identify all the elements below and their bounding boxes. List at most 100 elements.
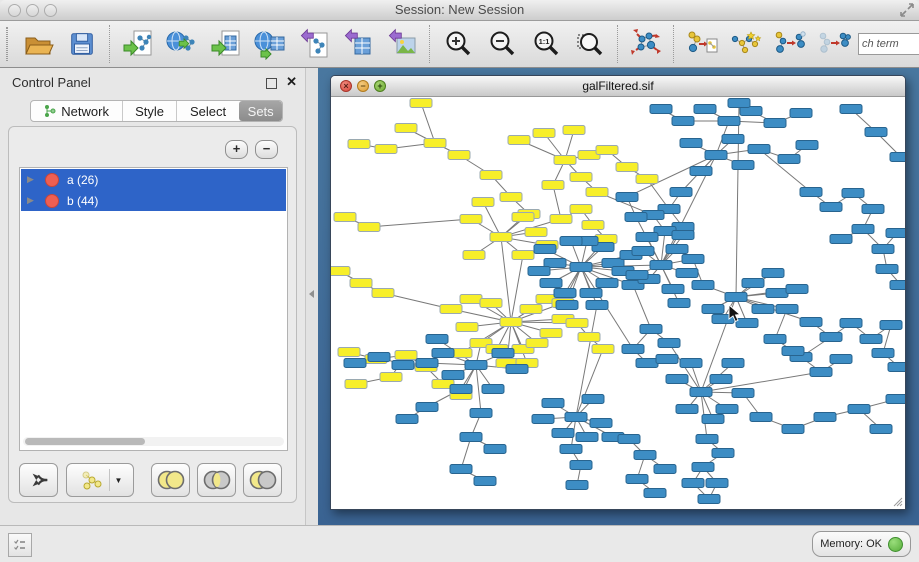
import-network-file-icon [122, 28, 154, 60]
memory-status-label: Memory: OK [820, 538, 882, 550]
show-all-icon [817, 27, 851, 61]
create-set-menu-button[interactable]: ▼ [66, 463, 134, 497]
control-panel-tabs: Network Style Select Sets [30, 100, 283, 122]
frame-maximize-icon[interactable]: + [374, 80, 386, 92]
import-network-url-button[interactable] [160, 23, 204, 65]
save-session-button[interactable] [60, 23, 104, 65]
main-toolbar: 1:1 [0, 21, 919, 68]
zoom-out-button[interactable] [480, 23, 524, 65]
save-floppy-icon [67, 29, 97, 59]
network-graph[interactable] [331, 97, 905, 509]
remove-set-button[interactable]: − [255, 140, 278, 159]
network-desktop: × − + galFiltered.sif [318, 68, 919, 525]
collapse-panel-icon[interactable] [309, 290, 314, 298]
tab-sets-label: Sets [248, 104, 274, 119]
open-folder-icon [22, 28, 54, 60]
zoom-window-icon[interactable] [44, 4, 57, 17]
float-panel-icon[interactable] [266, 78, 277, 89]
toolbar-separator [673, 25, 675, 63]
close-panel-icon[interactable]: ✕ [286, 74, 297, 90]
export-image-icon [386, 28, 418, 60]
close-window-icon[interactable] [8, 4, 21, 17]
split-set-button[interactable] [19, 463, 58, 497]
resize-grip[interactable] [894, 498, 902, 506]
import-table-url-icon [254, 28, 286, 60]
select-first-neighbors-button[interactable] [724, 23, 768, 65]
first-neighbors-icon [729, 27, 763, 61]
export-network-icon [298, 28, 330, 60]
scrollbar-thumb[interactable] [25, 438, 145, 445]
search-input[interactable] [858, 33, 919, 55]
sets-list[interactable]: ▶ a (26) ▶ b (44) [19, 167, 288, 451]
export-image-button[interactable] [380, 23, 424, 65]
tab-style[interactable]: Style [122, 101, 176, 121]
import-table-file-button[interactable] [204, 23, 248, 65]
minimize-window-icon[interactable] [26, 4, 39, 17]
network-window[interactable]: × − + galFiltered.sif [330, 75, 906, 510]
zoom-selected-region-button[interactable] [568, 23, 612, 65]
expand-triangle-icon[interactable]: ▶ [27, 174, 37, 185]
button-divider [109, 469, 110, 491]
apply-layout-icon [629, 27, 663, 61]
toolbar-drag-handle[interactable] [6, 27, 8, 61]
split-arrows-icon [28, 469, 50, 491]
network-window-title: galFiltered.sif [331, 76, 905, 96]
export-table-button[interactable] [336, 23, 380, 65]
control-panel: Control Panel ✕ Network Style Select Set… [0, 68, 305, 525]
memory-status-button[interactable]: Memory: OK [812, 531, 911, 557]
apply-preferred-layout-button[interactable] [624, 23, 668, 65]
task-history-button[interactable] [8, 533, 32, 557]
toolbar-separator [109, 25, 111, 63]
zoom-actual-size-icon: 1:1 [531, 29, 561, 59]
show-all-button[interactable] [812, 23, 856, 65]
add-set-button[interactable]: + [225, 140, 248, 159]
frame-close-icon[interactable]: × [340, 80, 352, 92]
set-color-icon [45, 173, 59, 187]
network-window-titlebar[interactable]: × − + galFiltered.sif [331, 76, 905, 97]
union-sets-button[interactable] [151, 463, 190, 497]
horizontal-scrollbar[interactable] [23, 437, 284, 446]
zoom-selected-region-icon [575, 29, 605, 59]
expand-triangle-icon[interactable]: ▶ [27, 195, 37, 206]
difference-venn-icon [248, 469, 278, 491]
open-session-button[interactable] [16, 23, 60, 65]
status-bar: Memory: OK [0, 525, 919, 562]
difference-sets-button[interactable] [243, 463, 282, 497]
import-network-file-button[interactable] [116, 23, 160, 65]
zoom-actual-size-button[interactable]: 1:1 [524, 23, 568, 65]
fullscreen-icon[interactable] [900, 3, 914, 17]
import-table-url-button[interactable] [248, 23, 292, 65]
tab-select[interactable]: Select [176, 101, 240, 121]
sets-panel: + − ▶ a (26) ▶ b (44) [8, 126, 297, 503]
tab-sets[interactable]: Sets [239, 101, 282, 121]
network-from-selection-icon [685, 27, 719, 61]
set-color-icon [45, 194, 59, 208]
set-row-a[interactable]: ▶ a (26) [21, 169, 286, 190]
tab-network-label: Network [61, 104, 109, 119]
zoom-actual-label: 1:1 [539, 37, 550, 46]
zoom-out-icon [487, 29, 517, 59]
new-network-from-selection-button[interactable] [680, 23, 724, 65]
frame-minimize-icon[interactable]: − [357, 80, 369, 92]
control-panel-title: Control Panel [12, 75, 91, 90]
memory-status-dot [888, 537, 903, 552]
set-from-network-icon [78, 469, 104, 491]
tab-style-label: Style [135, 104, 164, 119]
set-row-b[interactable]: ▶ b (44) [21, 190, 286, 211]
zoom-in-icon [443, 29, 473, 59]
set-label: a (26) [67, 173, 98, 187]
dropdown-arrow-icon[interactable]: ▼ [115, 476, 123, 485]
window-titlebar[interactable]: Session: New Session [0, 0, 919, 21]
toolbar-separator [429, 25, 431, 63]
zoom-in-button[interactable] [436, 23, 480, 65]
toolbar-separator [617, 25, 619, 63]
hide-selected-button[interactable] [768, 23, 812, 65]
network-tab-icon [44, 104, 56, 118]
tab-network[interactable]: Network [31, 101, 122, 121]
export-network-button[interactable] [292, 23, 336, 65]
hide-selected-icon [773, 27, 807, 61]
task-list-icon [13, 538, 27, 552]
intersection-sets-button[interactable] [197, 463, 236, 497]
import-network-url-icon [166, 28, 198, 60]
panel-splitter[interactable] [305, 68, 318, 525]
